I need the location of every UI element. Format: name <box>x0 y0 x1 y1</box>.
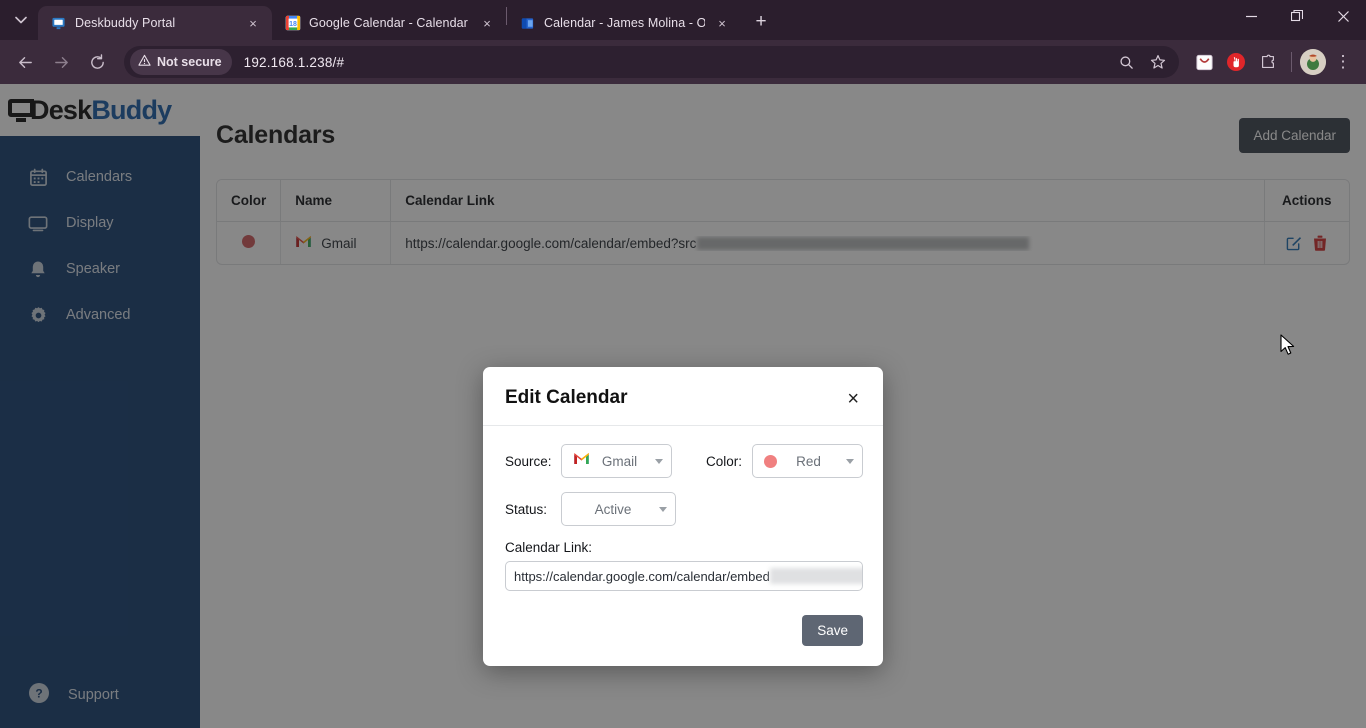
modal-header: Edit Calendar × <box>483 367 883 426</box>
modal-title: Edit Calendar <box>505 387 627 409</box>
url-text: 192.168.1.238/# <box>244 55 345 70</box>
redacted-link-block <box>770 568 863 584</box>
svg-text:18: 18 <box>289 21 297 28</box>
search-icon[interactable] <box>1111 47 1141 77</box>
chevron-down-icon <box>846 459 854 464</box>
outlook-calendar-icon <box>519 15 536 32</box>
security-status-badge[interactable]: Not secure <box>130 49 232 75</box>
browser-tab-outlook-calendar[interactable]: Calendar - James Molina - Outl × <box>507 6 741 40</box>
color-value: Red <box>777 454 840 469</box>
page-viewport: DeskBuddy Calendars Display <box>0 84 1366 728</box>
maximize-button[interactable] <box>1274 0 1320 32</box>
toolbar-divider <box>1291 52 1292 72</box>
gmail-icon <box>573 452 590 470</box>
tab-strip: Deskbuddy Portal × 18 Google Calendar - … <box>0 0 1366 40</box>
close-icon[interactable]: × <box>843 387 863 411</box>
extensions-puzzle-icon[interactable] <box>1253 47 1283 77</box>
google-calendar-icon: 18 <box>284 15 301 32</box>
browser-tab-deskbuddy[interactable]: Deskbuddy Portal × <box>38 6 272 40</box>
chevron-down-icon <box>659 507 667 512</box>
status-row: Status: Active <box>505 492 863 526</box>
status-label: Status: <box>505 502 551 517</box>
color-label: Color: <box>706 454 742 469</box>
source-label: Source: <box>505 454 551 469</box>
tab-title: Deskbuddy Portal <box>75 16 236 30</box>
close-icon[interactable]: × <box>478 14 496 32</box>
warning-triangle-icon <box>138 54 151 70</box>
security-status-label: Not secure <box>157 55 222 69</box>
modal-footer: Save <box>483 605 883 666</box>
minimize-button[interactable] <box>1228 0 1274 32</box>
calendar-link-input[interactable]: https://calendar.google.com/calendar/emb… <box>505 561 863 591</box>
close-icon[interactable]: × <box>244 14 262 32</box>
browser-window: Deskbuddy Portal × 18 Google Calendar - … <box>0 0 1366 728</box>
new-tab-button[interactable]: + <box>747 8 775 36</box>
color-select[interactable]: Red <box>752 444 863 478</box>
save-button[interactable]: Save <box>802 615 863 646</box>
chevron-down-icon <box>655 459 663 464</box>
color-dot <box>764 455 777 468</box>
forward-button[interactable] <box>44 45 78 79</box>
omnibox-icons <box>1111 47 1173 77</box>
browser-toolbar: Not secure 192.168.1.238/# ⋮ <box>0 40 1366 84</box>
tab-search-button[interactable] <box>4 3 38 37</box>
close-window-button[interactable] <box>1320 0 1366 32</box>
modal-body: Source: Gmail Color: Red <box>483 426 883 605</box>
edit-calendar-modal: Edit Calendar × Source: Gmail Color: <box>483 367 883 666</box>
browser-menu-button[interactable]: ⋮ <box>1328 47 1358 77</box>
address-bar[interactable]: Not secure 192.168.1.238/# <box>124 46 1179 78</box>
source-select[interactable]: Gmail <box>561 444 672 478</box>
reload-button[interactable] <box>80 45 114 79</box>
browser-tab-google-calendar[interactable]: 18 Google Calendar - Calendar set × <box>272 6 506 40</box>
status-select[interactable]: Active <box>561 492 676 526</box>
status-value: Active <box>573 502 653 517</box>
pocket-extension-icon[interactable] <box>1189 47 1219 77</box>
close-icon[interactable]: × <box>713 14 731 32</box>
bookmark-star-icon[interactable] <box>1143 47 1173 77</box>
deskbuddy-monitor-icon <box>50 15 67 32</box>
back-button[interactable] <box>8 45 42 79</box>
adblock-extension-icon[interactable] <box>1221 47 1251 77</box>
calendar-link-value: https://calendar.google.com/calendar/emb… <box>514 569 770 584</box>
source-value: Gmail <box>590 454 649 469</box>
source-color-row: Source: Gmail Color: Red <box>505 444 863 478</box>
tab-title: Calendar - James Molina - Outl <box>544 16 705 30</box>
calendar-link-label: Calendar Link: <box>505 540 863 555</box>
calendar-link-group: Calendar Link: https://calendar.google.c… <box>505 540 863 591</box>
tab-title: Google Calendar - Calendar set <box>309 16 470 30</box>
window-controls <box>1228 0 1366 40</box>
profile-avatar[interactable] <box>1300 49 1326 75</box>
